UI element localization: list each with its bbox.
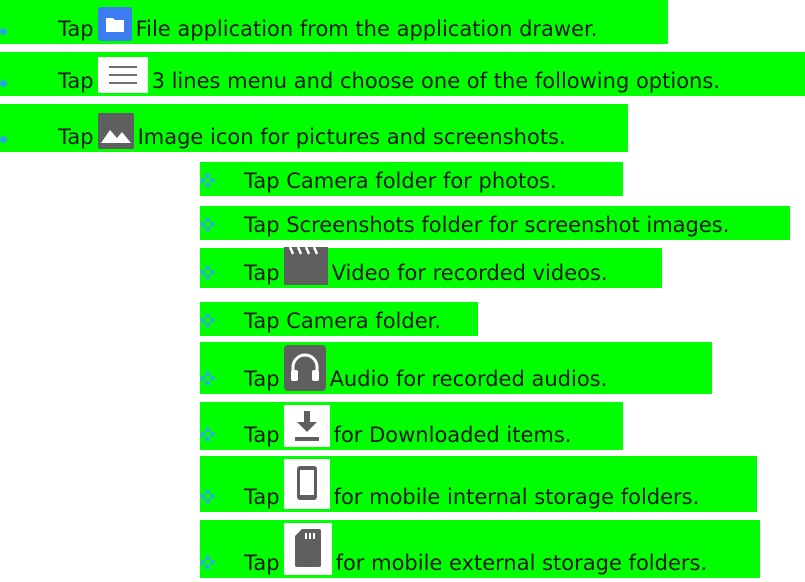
- bullet-icon: [200, 489, 215, 504]
- substep-text: Tap Camera folder.: [244, 309, 442, 333]
- menu-icon: [97, 57, 148, 93]
- bullet-icon: [200, 173, 215, 188]
- tap-label: Tap: [244, 551, 280, 575]
- step-image: Tap Image icon for pictures and screensh…: [0, 104, 628, 152]
- substep-text: for Downloaded items.: [333, 423, 572, 447]
- step-text: File application from the application dr…: [135, 17, 598, 41]
- substep-text: Audio for recorded audios.: [329, 367, 608, 391]
- substep-text: Tap Screenshots folder for screenshot im…: [244, 213, 730, 237]
- tap-label: Tap: [244, 423, 280, 447]
- substep-screenshots: Tap Screenshots folder for screenshot im…: [200, 206, 790, 240]
- image-icon: [97, 113, 134, 149]
- substep-audio: Tap Audio for recorded audios.: [200, 342, 712, 394]
- step-menu: Tap 3 lines menu and choose one of the f…: [0, 52, 805, 96]
- bullet-icon: [200, 313, 215, 328]
- bullet-icon: [200, 371, 215, 386]
- folder-icon: [97, 7, 132, 41]
- tap-label: Tap: [58, 17, 94, 41]
- bullet-icon: [0, 80, 7, 87]
- bullet-icon: [200, 217, 215, 232]
- substep-text: for mobile internal storage folders.: [333, 485, 700, 509]
- tap-label: Tap: [58, 125, 94, 149]
- substep-text: for mobile external storage folders.: [335, 551, 708, 575]
- phone-icon: [283, 459, 330, 509]
- substep-text: Tap Camera folder for photos.: [244, 169, 557, 193]
- tap-label: Tap: [58, 69, 94, 93]
- tap-label: Tap: [244, 485, 280, 509]
- tap-label: Tap: [244, 367, 280, 391]
- substep-external-storage: Tap for mobile external storage folders.: [200, 520, 760, 578]
- substep-text: Video for recorded videos.: [331, 261, 608, 285]
- bullet-icon: [0, 28, 7, 35]
- sd-card-icon: [283, 523, 332, 575]
- step-text: Image icon for pictures and screenshots.: [137, 125, 566, 149]
- substep-video: Tap Video for recorded videos.: [200, 247, 662, 288]
- step-file-app: Tap File application from the applicatio…: [0, 0, 668, 44]
- substep-internal-storage: Tap for mobile internal storage folders.: [200, 456, 757, 512]
- substep-downloads: Tap for Downloaded items.: [200, 402, 623, 450]
- bullet-icon: [200, 265, 215, 280]
- substep-camera-photos: Tap Camera folder for photos.: [200, 162, 623, 196]
- bullet-icon: [200, 427, 215, 442]
- download-icon: [283, 405, 330, 447]
- headphones-icon: [283, 345, 326, 391]
- bullet-icon: [0, 136, 7, 143]
- tap-label: Tap: [244, 261, 280, 285]
- bullet-icon: [200, 555, 215, 570]
- step-text: 3 lines menu and choose one of the follo…: [151, 69, 720, 93]
- video-icon: [283, 247, 328, 285]
- substep-camera: Tap Camera folder.: [200, 302, 478, 336]
